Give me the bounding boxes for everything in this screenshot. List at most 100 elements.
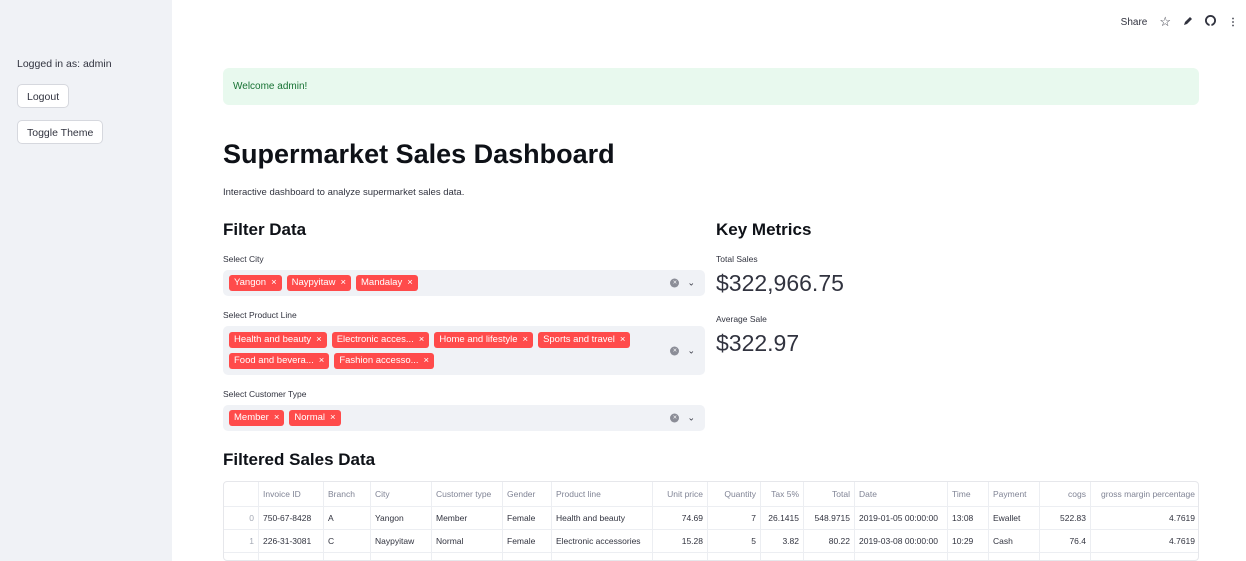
table-cell[interactable]: 46.33 — [652, 552, 708, 560]
product-multiselect[interactable]: Health and beauty × Electronic acces... × … — [223, 326, 705, 375]
table-cell[interactable]: Male — [502, 552, 552, 560]
table-cell[interactable]: 340.5255 — [803, 552, 855, 560]
column-header[interactable]: gross margin percentage — [1090, 482, 1198, 507]
column-header[interactable]: Branch — [323, 482, 371, 507]
table-cell[interactable]: Yangon — [370, 506, 432, 530]
table-cell[interactable]: 226-31-3081 — [258, 529, 324, 553]
table-cell[interactable]: 16.2155 — [760, 552, 804, 560]
table-row[interactable]: 1 226-31-3081 C Naypyitaw Normal Female Electr… — [224, 529, 1198, 553]
table-cell[interactable]: 10:29 — [947, 529, 989, 553]
table-cell[interactable]: 4.7619 — [1090, 552, 1198, 560]
table-cell[interactable]: 750-67-8428 — [258, 506, 324, 530]
table-cell[interactable]: 80.22 — [803, 529, 855, 553]
customer-tag[interactable]: Member × — [229, 410, 285, 426]
table-cell[interactable]: 2019-01-05 00:00:00 — [854, 506, 948, 530]
table-row[interactable]: 2631-41-3108AYangonNormalMaleHome and li… — [224, 552, 1198, 560]
table-cell[interactable]: Electronic accessories — [551, 529, 653, 553]
table-cell[interactable]: Naypyitaw — [370, 529, 432, 553]
table-cell[interactable]: 4.7619 — [1090, 506, 1198, 530]
table-cell[interactable]: Cash — [988, 529, 1040, 553]
chevron-down-icon[interactable]: ⌄ — [687, 345, 695, 356]
clear-icon[interactable]: × — [670, 346, 680, 355]
table-cell[interactable]: 26.1415 — [760, 506, 804, 530]
table-cell[interactable]: 15.28 — [652, 529, 708, 553]
sidebar: Logged in as: admin Logout Toggle Theme — [0, 0, 172, 561]
more-menu-icon[interactable]: ⋮ — [1228, 17, 1238, 28]
table-cell[interactable]: Yangon — [370, 552, 432, 560]
table-cell[interactable]: 324.31 — [1039, 552, 1091, 560]
toggle-theme-button[interactable]: Toggle Theme — [17, 120, 104, 144]
customer-multiselect[interactable]: Member × Normal × × ⌄ — [223, 405, 705, 431]
edit-icon[interactable] — [1183, 16, 1193, 29]
table-cell[interactable]: 2019-03-03 00:00:00 — [854, 552, 948, 560]
column-header[interactable] — [224, 482, 259, 507]
column-header[interactable]: Payment — [988, 482, 1040, 507]
product-tag[interactable]: Food and bevera... × — [229, 353, 330, 369]
github-icon[interactable] — [1205, 15, 1216, 29]
table-cell[interactable]: 548.9715 — [803, 506, 855, 530]
table-cell[interactable]: 522.83 — [1039, 506, 1091, 530]
table-cell[interactable]: 76.4 — [1039, 529, 1091, 553]
table-cell[interactable]: 2019-03-08 00:00:00 — [854, 529, 948, 553]
column-header[interactable]: Unit price — [652, 482, 708, 507]
table-cell[interactable]: 631-41-3108 — [258, 552, 324, 560]
table-cell[interactable]: A — [323, 506, 371, 530]
table-cell[interactable]: 7 — [707, 506, 761, 530]
product-tag[interactable]: Sports and travel × — [538, 332, 631, 348]
chevron-down-icon[interactable]: ⌄ — [687, 278, 695, 289]
product-tag[interactable]: Fashion accesso... × — [334, 353, 435, 369]
table-cell[interactable]: Female — [502, 529, 552, 553]
city-tag[interactable]: Yangon × — [229, 275, 282, 291]
column-header[interactable]: Date — [854, 482, 948, 507]
product-tag[interactable]: Health and beauty × — [229, 332, 327, 348]
table-cell[interactable]: 13:08 — [947, 506, 989, 530]
column-header[interactable]: Gender — [502, 482, 552, 507]
product-tag[interactable]: Home and lifestyle × — [434, 332, 534, 348]
city-tag[interactable]: Naypyitaw × — [286, 275, 352, 291]
column-header[interactable]: City — [370, 482, 432, 507]
product-label: Select Product Line — [223, 310, 297, 320]
table-cell[interactable]: C — [323, 529, 371, 553]
table-cell[interactable]: 7 — [707, 552, 761, 560]
table-cell[interactable]: 3.82 — [760, 529, 804, 553]
column-header[interactable]: Product line — [551, 482, 653, 507]
share-button[interactable]: Share — [1121, 17, 1148, 28]
clear-icon[interactable]: × — [670, 413, 680, 423]
table-cell[interactable]: 74.69 — [652, 506, 708, 530]
table-cell[interactable]: Female — [502, 506, 552, 530]
table-cell[interactable]: Member — [431, 506, 503, 530]
row-index[interactable]: 1 — [224, 529, 259, 553]
table-cell[interactable]: 13:23 — [947, 552, 989, 560]
table-cell[interactable]: Ewallet — [988, 506, 1040, 530]
table-cell[interactable]: Normal — [431, 529, 503, 553]
product-tag[interactable]: Electronic acces... × — [331, 332, 430, 348]
table-cell[interactable]: 4.7619 — [1090, 529, 1198, 553]
table-row[interactable]: 0 750-67-8428 A Yangon Member Female Health an… — [224, 506, 1198, 530]
chevron-down-icon[interactable]: ⌄ — [687, 413, 695, 424]
column-header[interactable]: Time — [947, 482, 989, 507]
total-sales-value: $322,966.75 — [716, 270, 844, 296]
table-cell[interactable]: Home and lifestyle — [551, 552, 653, 560]
row-index[interactable]: 0 — [224, 506, 259, 530]
sales-data-table[interactable]: Invoice ID Branch City Customer type Gender P… — [223, 481, 1199, 561]
table-cell[interactable]: Normal — [431, 552, 503, 560]
column-header[interactable]: Quantity — [707, 482, 761, 507]
logout-button[interactable]: Logout — [17, 84, 70, 108]
column-header[interactable]: Customer type — [431, 482, 503, 507]
customer-tag[interactable]: Normal × — [289, 410, 341, 426]
table-cell[interactable]: Credit card — [988, 552, 1040, 560]
table-cell[interactable]: A — [323, 552, 371, 560]
column-header[interactable]: Invoice ID — [258, 482, 324, 507]
column-header[interactable]: cogs — [1039, 482, 1091, 507]
city-multiselect[interactable]: Yangon × Naypyitaw × Mandalay × × ⌄ — [223, 270, 705, 296]
table-cell[interactable]: 5 — [707, 529, 761, 553]
city-tag[interactable]: Mandalay × — [356, 275, 418, 291]
page-title: Supermarket Sales Dashboard — [223, 139, 615, 169]
column-header[interactable]: Tax 5% — [760, 482, 804, 507]
clear-icon[interactable]: × — [670, 278, 680, 288]
column-header[interactable]: Total — [803, 482, 855, 507]
table-cell[interactable]: Health and beauty — [551, 506, 653, 530]
star-icon[interactable]: ☆ — [1159, 14, 1171, 30]
row-index[interactable]: 2 — [224, 552, 259, 560]
city-label: Select City — [223, 254, 264, 264]
